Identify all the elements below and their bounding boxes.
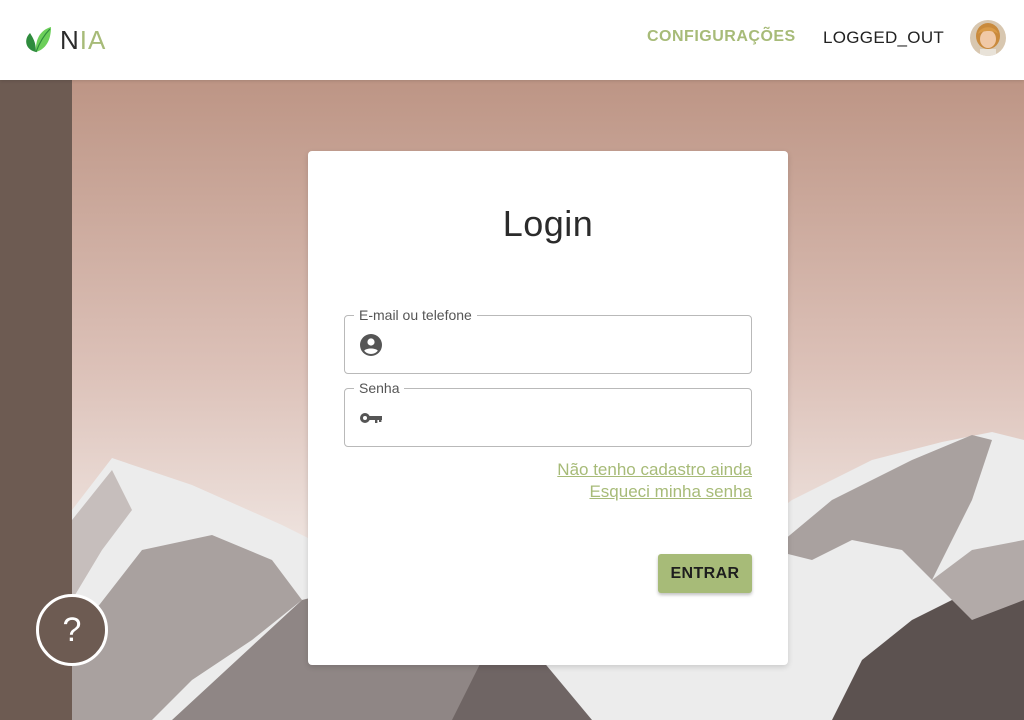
password-field-label: Senha [354, 380, 405, 396]
email-field-label: E-mail ou telefone [354, 307, 477, 323]
app-header: NIA CONFIGURAÇÕES LOGGED_OUT [0, 0, 1024, 80]
key-icon [360, 413, 382, 423]
logo-text-main: N [60, 25, 80, 55]
help-button[interactable]: ? [36, 594, 108, 666]
nav-settings-link[interactable]: CONFIGURAÇÕES [647, 28, 796, 46]
app-logo[interactable]: NIA [22, 22, 106, 58]
nav-status-link[interactable]: LOGGED_OUT [823, 28, 944, 48]
avatar-icon [970, 20, 1006, 56]
login-title: Login [502, 203, 594, 244]
logo-text-accent: IA [79, 25, 107, 55]
user-avatar[interactable] [970, 20, 1006, 56]
login-card: Login E-mail ou telefone Senha Não tenho… [308, 151, 788, 665]
login-submit-button[interactable]: ENTRAR [658, 554, 752, 593]
logo-text: NIA [60, 24, 106, 56]
account-circle-icon [360, 334, 382, 356]
forgot-password-link[interactable]: Esqueci minha senha [589, 482, 752, 502]
email-input[interactable] [397, 326, 737, 364]
password-input[interactable] [397, 399, 737, 437]
password-field[interactable]: Senha [344, 380, 752, 447]
email-field[interactable]: E-mail ou telefone [344, 307, 752, 374]
register-link[interactable]: Não tenho cadastro ainda [557, 460, 752, 480]
leaf-logo-icon [26, 27, 51, 53]
